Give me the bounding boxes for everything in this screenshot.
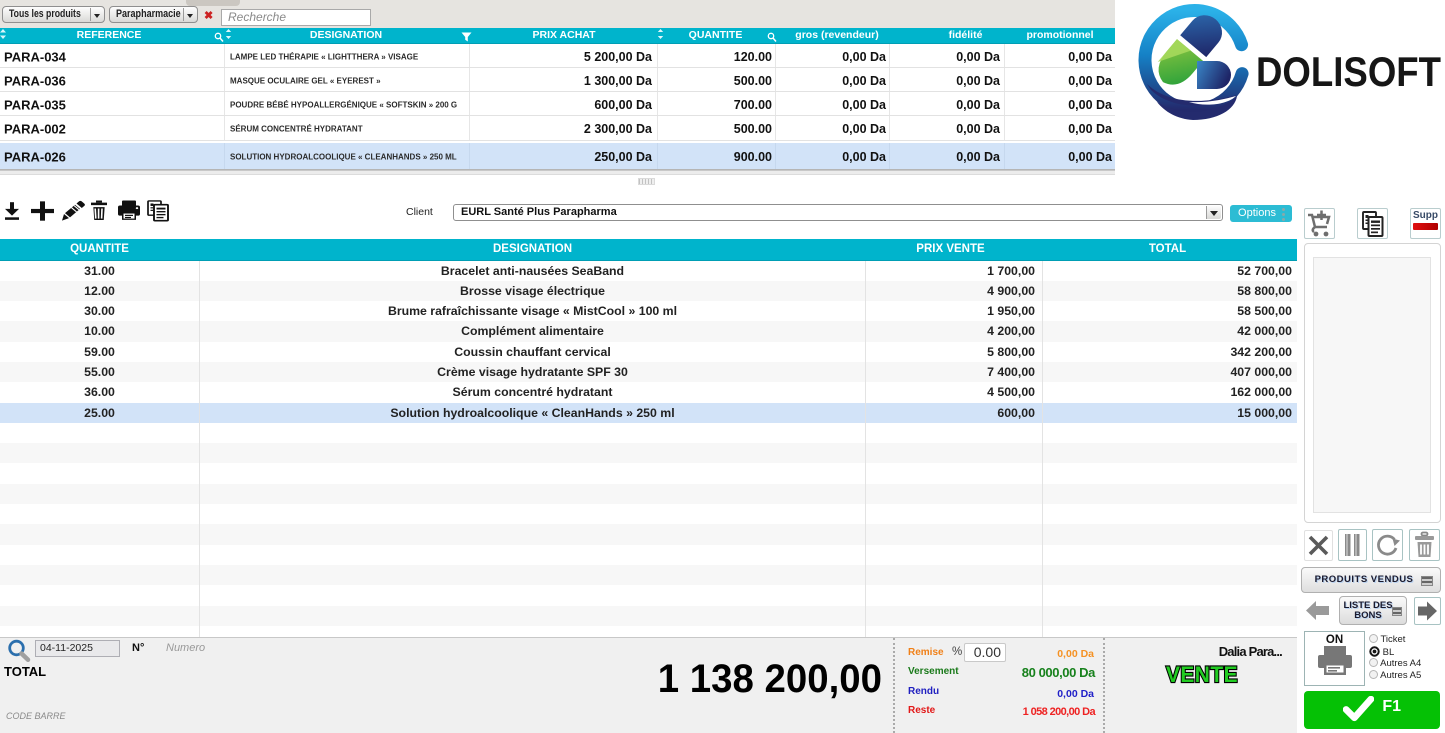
svg-text:DOLISOFT: DOLISOFT bbox=[1256, 48, 1441, 95]
svg-text:VENTE: VENTE bbox=[1166, 662, 1238, 687]
